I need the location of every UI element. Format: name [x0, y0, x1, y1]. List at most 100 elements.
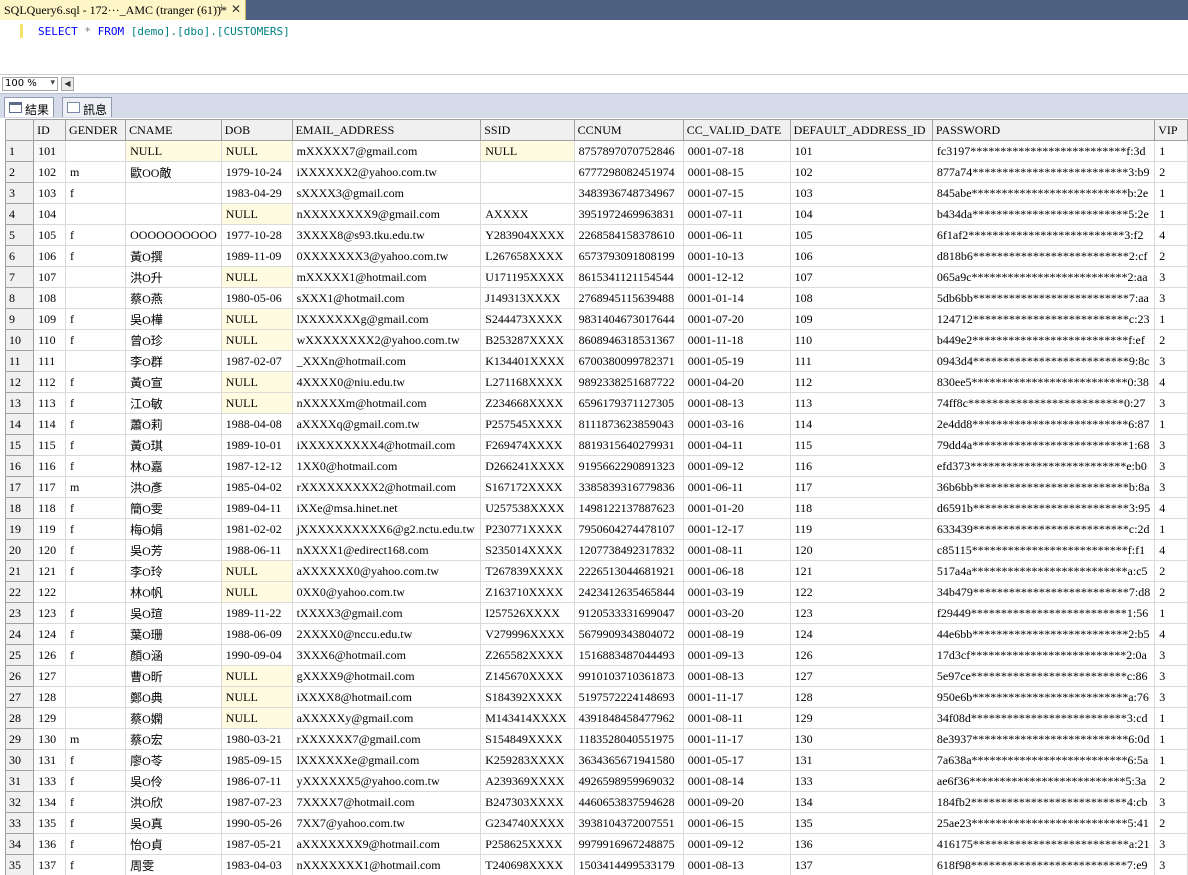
cell-default-address-id[interactable]: 116: [789, 455, 933, 477]
cell-ssid[interactable]: B253287XXXX: [480, 329, 575, 351]
table-row[interactable]: 7 107 洪O升 NULL mXXXXX1@hotmail.com U171195XXX…: [5, 266, 1188, 288]
cell-email-address[interactable]: 7XXXX7@hotmail.com: [291, 791, 482, 813]
cell-cc-valid-date[interactable]: 0001-09-20: [682, 791, 791, 813]
cell-cc-valid-date[interactable]: 0001-08-13: [682, 392, 791, 414]
cell-cname[interactable]: 鄭O典: [125, 686, 222, 708]
cell-gender[interactable]: f: [65, 791, 127, 813]
cell-gender[interactable]: f: [65, 518, 127, 540]
cell-default-address-id[interactable]: 128: [789, 686, 933, 708]
column-header-ccnum[interactable]: CCNUM: [573, 119, 684, 141]
cell-cc-valid-date[interactable]: 0001-04-11: [682, 434, 791, 456]
cell-vip[interactable]: 2: [1154, 329, 1188, 351]
table-row[interactable]: 10 110 f 曾O珍 NULL wXXXXXXXX2@yahoo.com.tw B253…: [5, 329, 1188, 351]
cell-gender[interactable]: m: [65, 728, 127, 750]
cell-ccnum[interactable]: 9892338251687722: [573, 371, 684, 393]
pin-icon[interactable]: ⊣: [214, 3, 223, 14]
cell-ccnum[interactable]: 2768945115639488: [573, 287, 684, 309]
cell-default-address-id[interactable]: 110: [789, 329, 933, 351]
cell-cname[interactable]: 吳O瑄: [125, 602, 222, 624]
table-row[interactable]: 25 126 f 顏O涵 1990-09-04 3XXX6@hotmail.com Z265…: [5, 644, 1188, 666]
cell-cname[interactable]: [125, 203, 222, 225]
cell-cname[interactable]: 林O嘉: [125, 455, 222, 477]
table-row[interactable]: 35 137 f 周雯 1983-04-03 nXXXXXXX1@hotmail.com T…: [5, 854, 1188, 875]
table-row[interactable]: 20 120 f 吳O芳 1988-06-11 nXXXX1@edirect168.com…: [5, 539, 1188, 561]
cell-dob[interactable]: 1988-06-09: [220, 623, 293, 645]
cell-default-address-id[interactable]: 111: [789, 350, 933, 372]
cell-ccnum[interactable]: 3385839316779836: [573, 476, 684, 498]
cell-default-address-id[interactable]: 117: [789, 476, 933, 498]
cell-gender[interactable]: f: [65, 308, 127, 330]
cell-cname[interactable]: 蔡O宏: [125, 728, 222, 750]
cell-ccnum[interactable]: 1207738492317832: [573, 539, 684, 561]
cell-email-address[interactable]: mXXXXX1@hotmail.com: [291, 266, 482, 288]
cell-cname[interactable]: 吳O真: [125, 812, 222, 834]
cell-cname[interactable]: OOOOOOOOOO: [125, 224, 222, 246]
cell-vip[interactable]: 3: [1154, 854, 1188, 875]
cell-default-address-id[interactable]: 113: [789, 392, 933, 414]
cell-default-address-id[interactable]: 122: [789, 581, 933, 603]
cell-dob[interactable]: 1989-04-11: [220, 497, 293, 519]
cell-gender[interactable]: [65, 203, 127, 225]
cell-cc-valid-date[interactable]: 0001-08-11: [682, 707, 791, 729]
cell-password[interactable]: 2e4dd8**************************6:87: [931, 413, 1156, 435]
cell-password[interactable]: 124712**************************c:23: [931, 308, 1156, 330]
cell-cc-valid-date[interactable]: 0001-08-13: [682, 854, 791, 875]
cell-cname[interactable]: 顏O涵: [125, 644, 222, 666]
cell-cc-valid-date[interactable]: 0001-03-16: [682, 413, 791, 435]
cell-cc-valid-date[interactable]: 0001-12-12: [682, 266, 791, 288]
cell-cname[interactable]: 江O敏: [125, 392, 222, 414]
cell-default-address-id[interactable]: 109: [789, 308, 933, 330]
cell-dob[interactable]: NULL: [220, 308, 293, 330]
cell-vip[interactable]: 3: [1154, 665, 1188, 687]
cell-default-address-id[interactable]: 101: [789, 140, 933, 162]
cell-id[interactable]: 128: [33, 686, 67, 708]
cell-vip[interactable]: 3: [1154, 833, 1188, 855]
cell-cname[interactable]: 蔡O嫻: [125, 707, 222, 729]
cell-ccnum[interactable]: 9120533331699047: [573, 602, 684, 624]
cell-vip[interactable]: 1: [1154, 728, 1188, 750]
cell-ccnum[interactable]: 1516883487044493: [573, 644, 684, 666]
cell-cname[interactable]: 黃O琪: [125, 434, 222, 456]
cell-dob[interactable]: 1977-10-28: [220, 224, 293, 246]
cell-dob[interactable]: NULL: [220, 560, 293, 582]
table-row[interactable]: 32 134 f 洪O欣 1987-07-23 7XXXX7@hotmail.com B24…: [5, 791, 1188, 813]
cell-ssid[interactable]: Z265582XXXX: [480, 644, 575, 666]
cell-password[interactable]: fc3197**************************f:3d: [931, 140, 1156, 162]
cell-dob[interactable]: 1987-02-07: [220, 350, 293, 372]
cell-id[interactable]: 101: [33, 140, 67, 162]
cell-ssid[interactable]: S184392XXXX: [480, 686, 575, 708]
cell-vip[interactable]: 1: [1154, 749, 1188, 771]
cell-id[interactable]: 106: [33, 245, 67, 267]
row-number[interactable]: 22: [5, 581, 35, 603]
cell-email-address[interactable]: 2XXXX0@nccu.edu.tw: [291, 623, 482, 645]
cell-id[interactable]: 137: [33, 854, 67, 875]
tab-messages[interactable]: 訊息: [62, 97, 113, 117]
cell-vip[interactable]: 1: [1154, 413, 1188, 435]
cell-email-address[interactable]: mXXXXX7@gmail.com: [291, 140, 482, 162]
cell-ssid[interactable]: L271168XXXX: [480, 371, 575, 393]
cell-dob[interactable]: NULL: [220, 392, 293, 414]
cell-email-address[interactable]: aXXXXq@gmail.com.tw: [291, 413, 482, 435]
cell-ssid[interactable]: D266241XXXX: [480, 455, 575, 477]
row-number[interactable]: 23: [5, 602, 35, 624]
cell-default-address-id[interactable]: 104: [789, 203, 933, 225]
cell-gender[interactable]: [65, 287, 127, 309]
cell-ssid[interactable]: T267839XXXX: [480, 560, 575, 582]
row-number[interactable]: 20: [5, 539, 35, 561]
cell-gender[interactable]: [65, 350, 127, 372]
cell-password[interactable]: 6f1af2**************************3:f2: [931, 224, 1156, 246]
cell-vip[interactable]: 4: [1154, 371, 1188, 393]
cell-gender[interactable]: f: [65, 854, 127, 875]
cell-default-address-id[interactable]: 112: [789, 371, 933, 393]
cell-ssid[interactable]: M143414XXXX: [480, 707, 575, 729]
cell-cc-valid-date[interactable]: 0001-06-11: [682, 224, 791, 246]
cell-id[interactable]: 124: [33, 623, 67, 645]
cell-ccnum[interactable]: 3951972469963831: [573, 203, 684, 225]
cell-dob[interactable]: NULL: [220, 266, 293, 288]
cell-vip[interactable]: 3: [1154, 686, 1188, 708]
cell-ccnum[interactable]: 1498122137887623: [573, 497, 684, 519]
cell-password[interactable]: 79dd4a**************************1:68: [931, 434, 1156, 456]
cell-gender[interactable]: f: [65, 644, 127, 666]
cell-dob[interactable]: 1979-10-24: [220, 161, 293, 183]
cell-id[interactable]: 133: [33, 770, 67, 792]
